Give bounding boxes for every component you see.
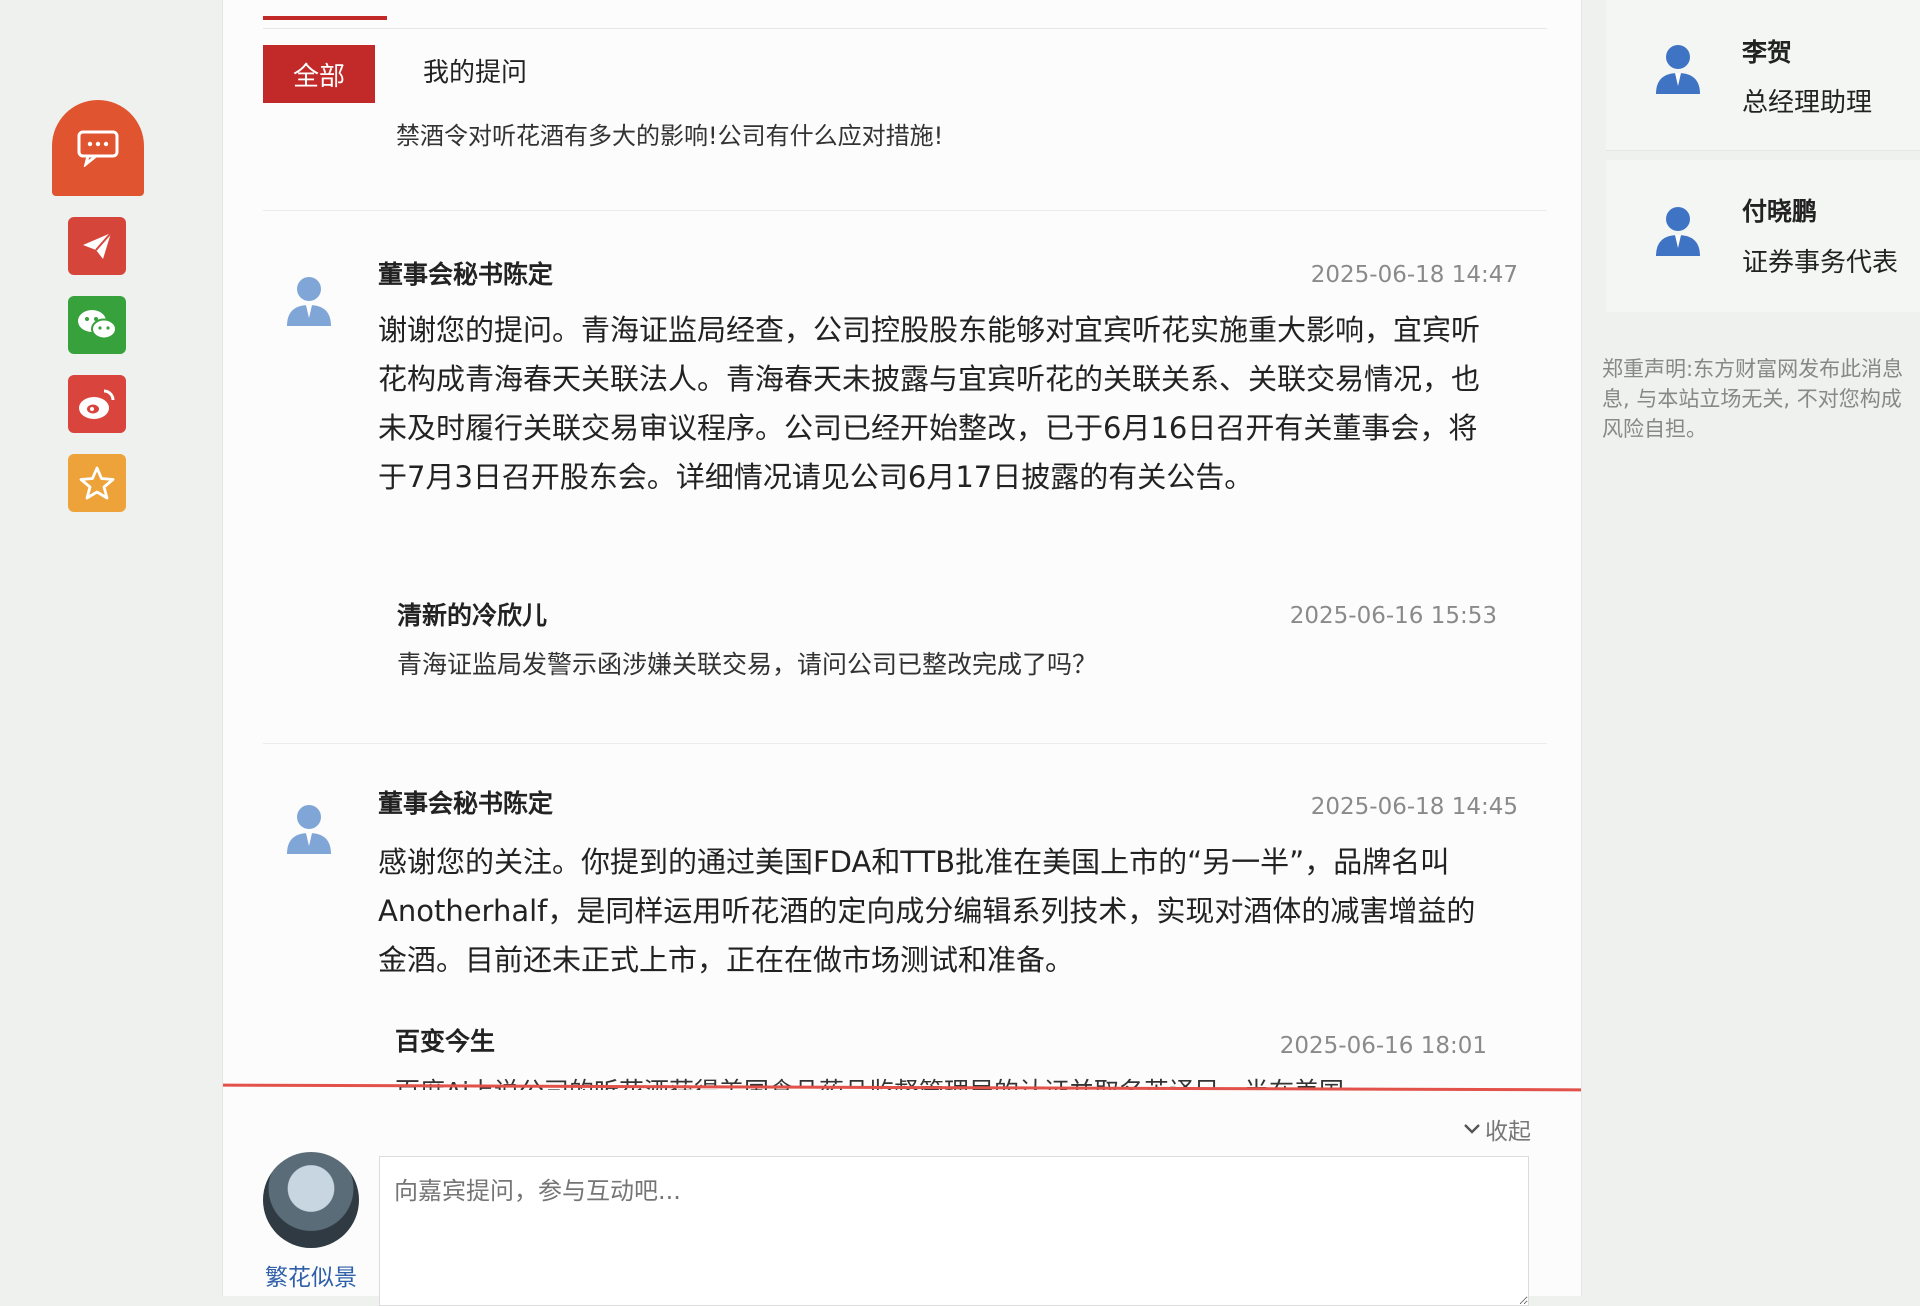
wechat-icon [78,310,117,340]
guest-title: 总经理助理 [1742,88,1873,118]
question-timestamp: 2025-06-16 15:53 [1289,603,1497,629]
guest-name: 李贺 [1742,38,1793,67]
user-icon [1656,45,1700,94]
collapse-label: 收起 [1485,1119,1531,1145]
share-weibo-button[interactable] [68,375,126,433]
user-icon [287,805,331,854]
answer-text: 谢谢您的提问。青海证监局经查，公司控股股东能够对宜宾听花实施重大影响，宜宾听花构… [378,313,1481,494]
answer-timestamp: 2025-06-18 14:47 [1310,262,1518,288]
asker-name[interactable]: 清新的冷欣儿 [397,596,547,632]
guest-name: 付晓鹏 [1742,197,1818,226]
divider [263,28,1547,29]
responder-avatar [281,272,337,328]
guest-title: 证券事务代表 [1742,248,1899,278]
responder-avatar [281,800,337,856]
weibo-icon [79,389,115,419]
star-icon [79,466,115,500]
collapse-button[interactable]: 收起 [1463,1112,1531,1146]
asker-name[interactable]: 百变今生 [395,1022,495,1058]
responder-name: 董事会秘书陈定 [378,260,554,289]
user-icon [287,277,331,326]
divider [263,210,1547,211]
chevron-down-icon [1464,1124,1480,1134]
question-text: 禁酒令对听花酒有多大的影响!公司有什么应对措施! [396,122,944,150]
disclaimer-text: 郑重声明:东方财富网发布此消息 息, 与本站立场无关, 不对您构成 风险自担。 [1602,357,1904,441]
share-telegram-button[interactable] [68,217,126,275]
guest-card: 付晓鹏 证券事务代表 [1606,160,1920,312]
responder-name: 董事会秘书陈定 [378,789,554,818]
guest-avatar [1650,202,1706,258]
question-timestamp: 2025-06-16 18:01 [1279,1033,1487,1059]
tab-accent [263,16,387,20]
qa-panel: 全部 我的提问 禁酒令对听花酒有多大的影响!公司有什么应对措施! 董事会秘书陈定… [222,0,1582,1306]
comment-icon [77,130,119,167]
user-icon [1656,207,1700,256]
tab-all[interactable]: 全部 [263,45,375,103]
favorite-button[interactable] [68,454,126,512]
telegram-icon [83,232,112,259]
guest-avatar [1650,40,1706,96]
answer-timestamp: 2025-06-18 14:45 [1310,794,1518,820]
answer-text: 感谢您的关注。你提到的通过美国FDA和TTB批准在美国上市的“另一半”，品牌名叫… [378,845,1476,977]
user-name[interactable]: 繁花似景 [265,1258,357,1292]
user-avatar[interactable] [263,1152,359,1248]
divider [263,743,1547,744]
guest-sidebar: 李贺 总经理助理 付晓鹏 证券事务代表 郑重声明:东方财富网发布此消息 息, 与… [1602,0,1920,1296]
share-wechat-button[interactable] [68,296,126,354]
tab-my-questions[interactable]: 我的提问 [423,52,527,89]
comment-button[interactable] [52,100,144,196]
question-input[interactable] [379,1156,1529,1306]
question-text: 青海证监局发警示函涉嫌关联交易，请问公司已整改完成了吗？ [397,650,1098,679]
guest-card: 李贺 总经理助理 [1606,0,1920,151]
